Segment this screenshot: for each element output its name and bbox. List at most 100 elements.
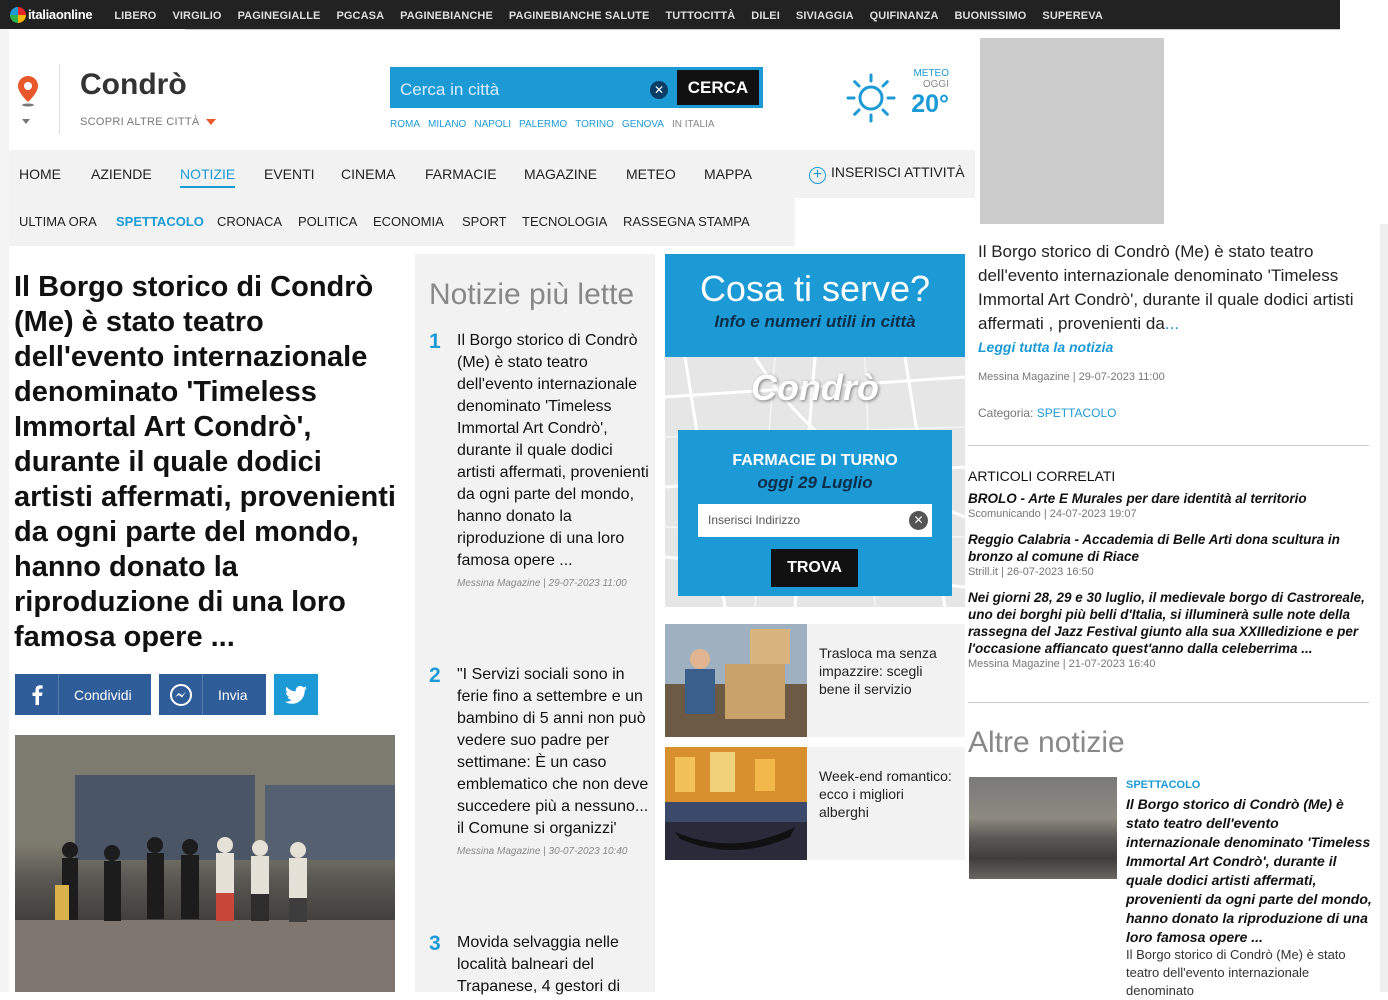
weather-temperature: 20° [911,90,949,118]
network-link-paginebianche-salute[interactable]: PAGINEBIANCHE SALUTE [509,10,650,22]
nav-eventi[interactable]: EVENTI [264,166,315,182]
network-link-virgilio[interactable]: VIRGILIO [172,10,221,22]
most-read-item-meta: Messina Magazine | 30-07-2023 10:40 [457,846,628,857]
clear-icon[interactable]: ✕ [650,81,668,99]
promo-text[interactable]: Week-end romantico: ecco i migliori albe… [819,767,954,821]
divider [185,29,1340,30]
top-network-bar: italiaonline LIBERO VIRGILIO PAGINEGIALLE P… [0,0,1340,29]
quick-city-milano[interactable]: MILANO [428,119,466,130]
network-link-tuttocitta[interactable]: TUTTOCITTÀ [665,10,735,22]
nav-farmacie[interactable]: FARMACIE [425,166,497,182]
most-read-title: Notizie più lette [429,278,635,311]
network-links: LIBERO VIRGILIO PAGINEGIALLE PGCASA PAGINEBI… [106,6,1111,24]
most-read-item-meta: Messina Magazine | 29-07-2023 11:00 [457,578,627,589]
most-read-item[interactable]: 1 Il Borgo storico di Condrò (Me) è stat… [429,330,649,591]
sun-icon [846,73,896,123]
subnav-politica[interactable]: POLITICA [298,214,357,229]
subnav-sport[interactable]: SPORT [462,214,507,229]
divider [59,64,60,134]
read-full-article-link[interactable]: Leggi tutta la notizia [978,339,1113,355]
ellipsis-link[interactable]: ... [1165,314,1179,333]
category-link[interactable]: SPETTACOLO [1037,406,1117,420]
location-pin-icon[interactable] [17,75,39,107]
related-article[interactable]: Nei giorni 28, 29 e 30 luglio, il mediev… [968,589,1368,670]
network-link-dilei[interactable]: DILEI [751,10,780,22]
related-title: ARTICOLI CORRELATI [968,468,1116,484]
pharmacy-finder: FARMACIE DI TURNO oggi 29 Luglio Inseris… [678,430,952,596]
facebook-icon [15,674,59,715]
quick-city-genova[interactable]: GENOVA [622,119,664,130]
quick-city-napoli[interactable]: NAPOLI [474,119,511,130]
network-link-quifinanza[interactable]: QUIFINANZA [870,10,939,22]
related-article-meta: Scomunicando | 24-07-2023 19:07 [968,508,1137,520]
address-input[interactable]: Inserisci Indirizzo ✕ [698,504,932,537]
left-margin [0,29,9,992]
most-read-item-title[interactable]: Il Borgo storico di Condrò (Me) è stato … [457,330,649,572]
insert-activity-button[interactable]: + INSERISCI ATTIVITÀ [809,164,965,184]
related-article-title[interactable]: Nei giorni 28, 29 e 30 luglio, il mediev… [968,589,1368,657]
italiaonline-logo[interactable]: italiaonline [10,6,93,23]
network-link-libero[interactable]: LIBERO [114,10,156,22]
rank-number: 2 [429,664,441,687]
article-excerpt: Il Borgo storico di Condrò (Me) è stato … [978,242,1354,333]
clear-icon[interactable]: ✕ [909,511,928,530]
city-map-widget: Condrò FARMACIE DI TURNO oggi 29 Luglio … [665,357,965,607]
subnav-economia[interactable]: ECONOMIA [373,214,444,229]
nav-aziende[interactable]: AZIENDE [91,166,152,182]
find-pharmacy-button[interactable]: TROVA [771,549,858,587]
network-link-paginebianche[interactable]: PAGINEBIANCHE [400,10,493,22]
most-read-item-title[interactable]: "I Servizi sociali sono in ferie fino a … [457,664,649,840]
subnav-tecnologia[interactable]: TECNOLOGIA [522,214,607,229]
weather-day: OGGI [922,79,949,90]
most-read-item[interactable]: 2 "I Servizi sociali sono in ferie fino … [429,664,649,859]
subnav-rassegna-stampa[interactable]: RASSEGNA STAMPA [623,214,750,229]
chevron-down-icon[interactable] [22,119,30,124]
nav-meteo[interactable]: METEO [626,166,676,182]
search-button[interactable]: CERCA [677,70,759,105]
related-article-title[interactable]: Reggio Calabria - Accademia di Belle Art… [968,531,1343,565]
other-news-image[interactable] [969,777,1117,879]
divider [968,445,1369,446]
scrollbar[interactable] [1380,224,1388,992]
logo-icon [10,6,26,23]
most-read-item[interactable]: 3 Movida selvaggia nelle località balnea… [429,932,649,998]
share-facebook-button[interactable]: Condividi [15,674,151,715]
subnav-cronaca[interactable]: CRONACA [217,214,282,229]
promo-text[interactable]: Trasloca ma senza impazzire: scegli bene… [819,644,954,698]
promo-card[interactable]: Week-end romantico: ecco i migliori albe… [665,747,965,860]
article-photo[interactable] [15,735,395,992]
related-article-title[interactable]: BROLO - Arte E Murales per dare identità… [968,490,1343,507]
quick-city-torino[interactable]: TORINO [575,119,614,130]
network-link-buonissimo[interactable]: BUONISSIMO [954,10,1026,22]
nav-magazine[interactable]: MAGAZINE [524,166,597,182]
quick-italy-link[interactable]: IN ITALIA [672,119,715,130]
share-twitter-button[interactable] [274,674,318,715]
nav-cinema[interactable]: CINEMA [341,166,395,182]
related-article[interactable]: BROLO - Arte E Murales per dare identità… [968,490,1343,520]
most-read-item-title[interactable]: Movida selvaggia nelle località balneari… [457,932,649,998]
network-link-siviaggia[interactable]: SIVIAGGIA [796,10,854,22]
nav-mappa[interactable]: MAPPA [704,166,752,182]
network-link-pgcasa[interactable]: PGCASA [336,10,384,22]
weather-widget[interactable]: METEO OGGI 20° [911,68,949,119]
search-input[interactable]: Cerca in città [400,80,499,100]
other-cities-dropdown[interactable]: SCOPRI ALTRE CITTÀ [80,116,216,128]
article-meta: Messina Magazine | 29-07-2023 11:00 [978,371,1165,383]
pharmacy-date: oggi 29 Luglio [757,473,873,492]
network-link-paginegialle[interactable]: PAGINEGIALLE [238,10,321,22]
nav-notizie[interactable]: NOTIZIE [180,166,236,188]
related-article[interactable]: Reggio Calabria - Accademia di Belle Art… [968,531,1343,578]
other-news-headline[interactable]: Il Borgo storico di Condrò (Me) è stato … [1126,795,1374,947]
city-header: Condrò SCOPRI ALTRE CITTÀ Cerca in città… [9,38,979,150]
other-news-category[interactable]: SPETTACOLO [1126,779,1200,791]
subnav-ultima-ora[interactable]: ULTIMA ORA [19,214,97,229]
quick-city-roma[interactable]: ROMA [390,119,420,130]
nav-home[interactable]: HOME [19,166,61,182]
network-link-supereva[interactable]: SUPEREVA [1042,10,1103,22]
subnav-spettacolo[interactable]: SPETTACOLO [116,214,204,229]
quick-city-palermo[interactable]: PALERMO [519,119,567,130]
promo-card[interactable]: Trasloca ma senza impazzire: scegli bene… [665,624,965,737]
divider [968,702,1369,703]
twitter-icon [274,674,318,715]
share-messenger-button[interactable]: Invia [159,674,266,715]
